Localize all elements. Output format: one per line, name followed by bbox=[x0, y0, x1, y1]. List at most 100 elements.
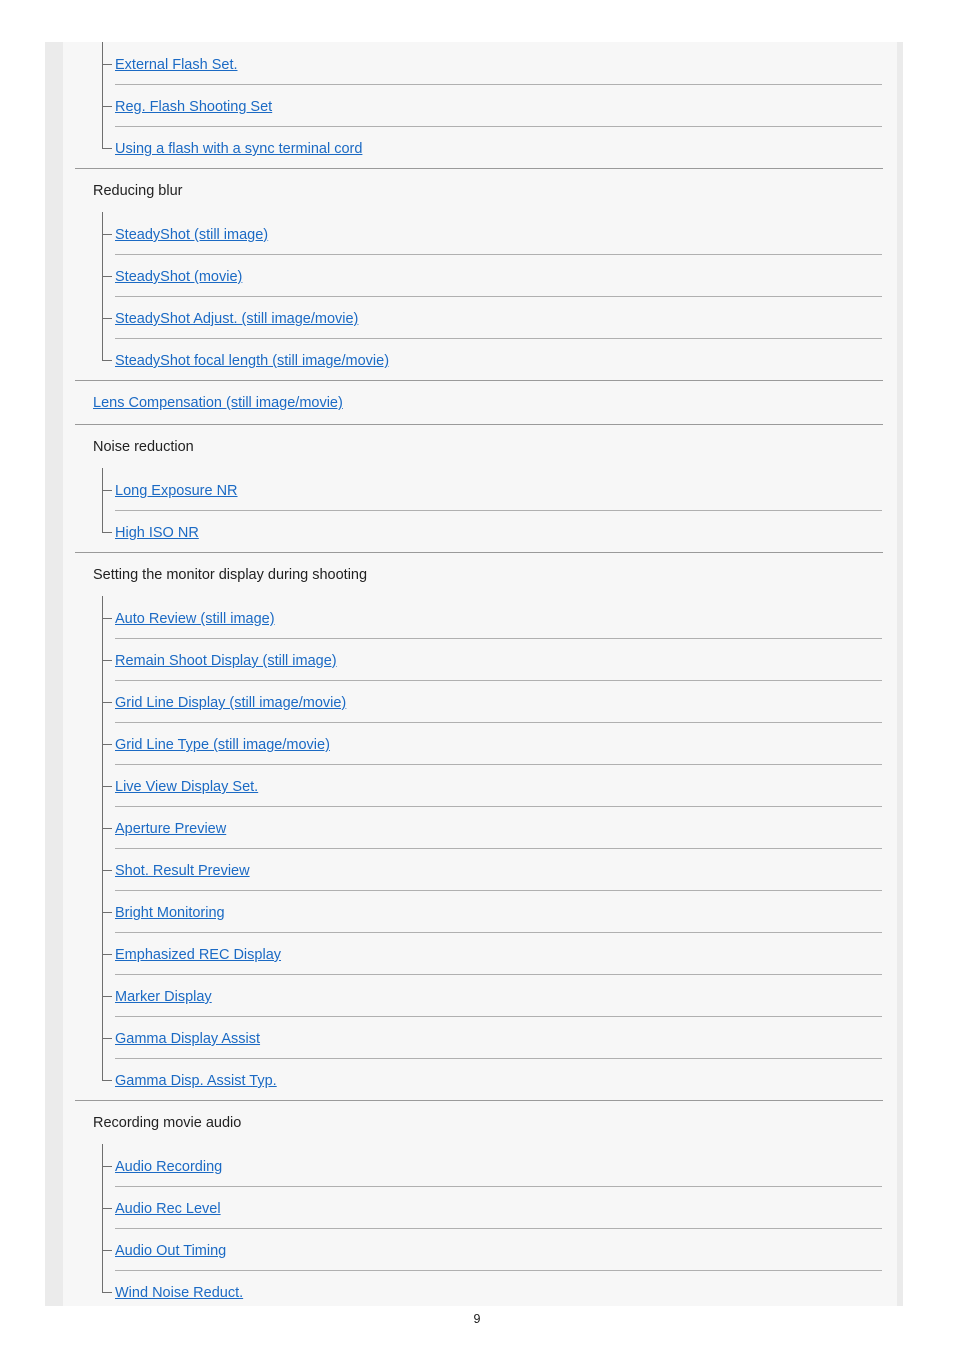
row-divider bbox=[115, 848, 882, 849]
tree-branch-tick bbox=[102, 912, 112, 913]
row-divider bbox=[115, 932, 882, 933]
tree-branch-tick bbox=[102, 234, 112, 235]
toc-child-group: Long Exposure NR High ISO NR bbox=[75, 468, 883, 552]
toc-item-row[interactable]: Aperture Preview bbox=[75, 806, 883, 848]
toc-item-link[interactable]: Emphasized REC Display bbox=[115, 946, 281, 964]
toc-item-row[interactable]: Live View Display Set. bbox=[75, 764, 883, 806]
toc-item-link[interactable]: Remain Shoot Display (still image) bbox=[115, 652, 337, 670]
tree-branch-tick bbox=[102, 1208, 112, 1209]
toc-item-row[interactable]: SteadyShot Adjust. (still image/movie) bbox=[75, 296, 883, 338]
tree-branch-tick bbox=[102, 1080, 112, 1081]
toc-item-link[interactable]: Grid Line Display (still image/movie) bbox=[115, 694, 346, 712]
toc-top-level-link[interactable]: Lens Compensation (still image/movie) bbox=[93, 394, 343, 412]
toc-item-link[interactable]: Audio Recording bbox=[115, 1158, 222, 1176]
toc-section-header-row: Noise reduction bbox=[75, 424, 883, 468]
toc-top-level-link-row[interactable]: Lens Compensation (still image/movie) bbox=[75, 380, 883, 424]
toc-section-header: Reducing blur bbox=[93, 183, 183, 199]
toc-item-row[interactable]: External Flash Set. bbox=[75, 42, 883, 84]
toc-item-link[interactable]: Marker Display bbox=[115, 988, 212, 1006]
toc-panel: External Flash Set. Reg. Flash Shooting S… bbox=[63, 42, 897, 1306]
tree-branch-tick bbox=[102, 1250, 112, 1251]
toc-item-link[interactable]: SteadyShot (movie) bbox=[115, 268, 242, 286]
toc-item-link[interactable]: Bright Monitoring bbox=[115, 904, 225, 922]
document-page: External Flash Set. Reg. Flash Shooting S… bbox=[0, 0, 954, 1350]
toc-item-row[interactable]: Auto Review (still image) bbox=[75, 596, 883, 638]
tree-branch-tick bbox=[102, 276, 112, 277]
toc-section-header-row: Reducing blur bbox=[75, 168, 883, 212]
toc-item-link[interactable]: Long Exposure NR bbox=[115, 482, 238, 500]
toc-section-header: Noise reduction bbox=[93, 439, 194, 455]
toc-child-group: External Flash Set. Reg. Flash Shooting S… bbox=[75, 42, 883, 168]
row-divider bbox=[115, 806, 882, 807]
toc-item-row[interactable]: Bright Monitoring bbox=[75, 890, 883, 932]
row-divider bbox=[115, 338, 882, 339]
row-divider bbox=[115, 1228, 882, 1229]
toc-item-row[interactable]: Reg. Flash Shooting Set bbox=[75, 84, 883, 126]
toc-item-link[interactable]: High ISO NR bbox=[115, 524, 199, 542]
toc-item-row[interactable]: Emphasized REC Display bbox=[75, 932, 883, 974]
toc-item-link[interactable]: Shot. Result Preview bbox=[115, 862, 250, 880]
tree-branch-tick bbox=[102, 828, 112, 829]
row-divider bbox=[115, 84, 882, 85]
toc-item-link[interactable]: Live View Display Set. bbox=[115, 778, 258, 796]
toc-item-row[interactable]: Gamma Display Assist bbox=[75, 1016, 883, 1058]
row-divider bbox=[115, 764, 882, 765]
toc-item-row[interactable]: Marker Display bbox=[75, 974, 883, 1016]
tree-branch-tick bbox=[102, 954, 112, 955]
toc-item-link[interactable]: Using a flash with a sync terminal cord bbox=[115, 140, 362, 158]
toc-item-row[interactable]: SteadyShot (still image) bbox=[75, 212, 883, 254]
toc-item-row[interactable]: Remain Shoot Display (still image) bbox=[75, 638, 883, 680]
toc-item-link[interactable]: Reg. Flash Shooting Set bbox=[115, 98, 272, 116]
tree-branch-tick bbox=[102, 702, 112, 703]
toc-item-row[interactable]: SteadyShot focal length (still image/mov… bbox=[75, 338, 883, 380]
toc-section-header: Recording movie audio bbox=[93, 1115, 242, 1131]
toc-item-link[interactable]: Grid Line Type (still image/movie) bbox=[115, 736, 330, 754]
row-divider bbox=[115, 1270, 882, 1271]
toc-item-link[interactable]: SteadyShot Adjust. (still image/movie) bbox=[115, 310, 358, 328]
tree-branch-tick bbox=[102, 660, 112, 661]
page-number: 9 bbox=[473, 1312, 481, 1326]
row-divider bbox=[115, 510, 882, 511]
toc-item-row[interactable]: Gamma Disp. Assist Typ. bbox=[75, 1058, 883, 1100]
toc-item-row[interactable]: Using a flash with a sync terminal cord bbox=[75, 126, 883, 168]
toc-item-row[interactable]: Audio Rec Level bbox=[75, 1186, 883, 1228]
toc-item-row[interactable]: Wind Noise Reduct. bbox=[75, 1270, 883, 1306]
toc-item-row[interactable]: Long Exposure NR bbox=[75, 468, 883, 510]
row-divider bbox=[115, 1058, 882, 1059]
toc-item-link[interactable]: Audio Rec Level bbox=[115, 1200, 221, 1218]
row-divider bbox=[115, 974, 882, 975]
toc-item-row[interactable]: High ISO NR bbox=[75, 510, 883, 552]
toc-child-group: Auto Review (still image) Remain Shoot Di… bbox=[75, 596, 883, 1100]
toc-item-link[interactable]: SteadyShot (still image) bbox=[115, 226, 268, 244]
row-divider bbox=[115, 680, 882, 681]
toc-item-link[interactable]: Wind Noise Reduct. bbox=[115, 1284, 243, 1302]
tree-branch-tick bbox=[102, 318, 112, 319]
tree-branch-tick bbox=[102, 996, 112, 997]
toc-item-link[interactable]: Gamma Disp. Assist Typ. bbox=[115, 1072, 277, 1090]
row-divider bbox=[115, 254, 882, 255]
content-gutter: External Flash Set. Reg. Flash Shooting S… bbox=[45, 42, 903, 1306]
row-divider bbox=[115, 638, 882, 639]
tree-branch-tick bbox=[102, 1038, 112, 1039]
toc-item-link[interactable]: External Flash Set. bbox=[115, 56, 238, 74]
toc-item-link[interactable]: Auto Review (still image) bbox=[115, 610, 275, 628]
toc-item-row[interactable]: Audio Out Timing bbox=[75, 1228, 883, 1270]
toc-item-link[interactable]: Gamma Display Assist bbox=[115, 1030, 260, 1048]
toc-section-header-row: Setting the monitor display during shoot… bbox=[75, 552, 883, 596]
toc-item-link[interactable]: Aperture Preview bbox=[115, 820, 226, 838]
tree-branch-tick bbox=[102, 532, 112, 533]
toc-item-link[interactable]: Audio Out Timing bbox=[115, 1242, 226, 1260]
tree-branch-tick bbox=[102, 744, 112, 745]
toc-item-row[interactable]: SteadyShot (movie) bbox=[75, 254, 883, 296]
tree-branch-tick bbox=[102, 870, 112, 871]
toc-item-row[interactable]: Grid Line Type (still image/movie) bbox=[75, 722, 883, 764]
toc-item-row[interactable]: Grid Line Display (still image/movie) bbox=[75, 680, 883, 722]
toc-item-row[interactable]: Audio Recording bbox=[75, 1144, 883, 1186]
tree-branch-tick bbox=[102, 490, 112, 491]
row-divider bbox=[115, 126, 882, 127]
toc-item-row[interactable]: Shot. Result Preview bbox=[75, 848, 883, 890]
tree-branch-tick bbox=[102, 360, 112, 361]
toc-item-link[interactable]: SteadyShot focal length (still image/mov… bbox=[115, 352, 389, 370]
tree-branch-tick bbox=[102, 64, 112, 65]
tree-branch-tick bbox=[102, 148, 112, 149]
